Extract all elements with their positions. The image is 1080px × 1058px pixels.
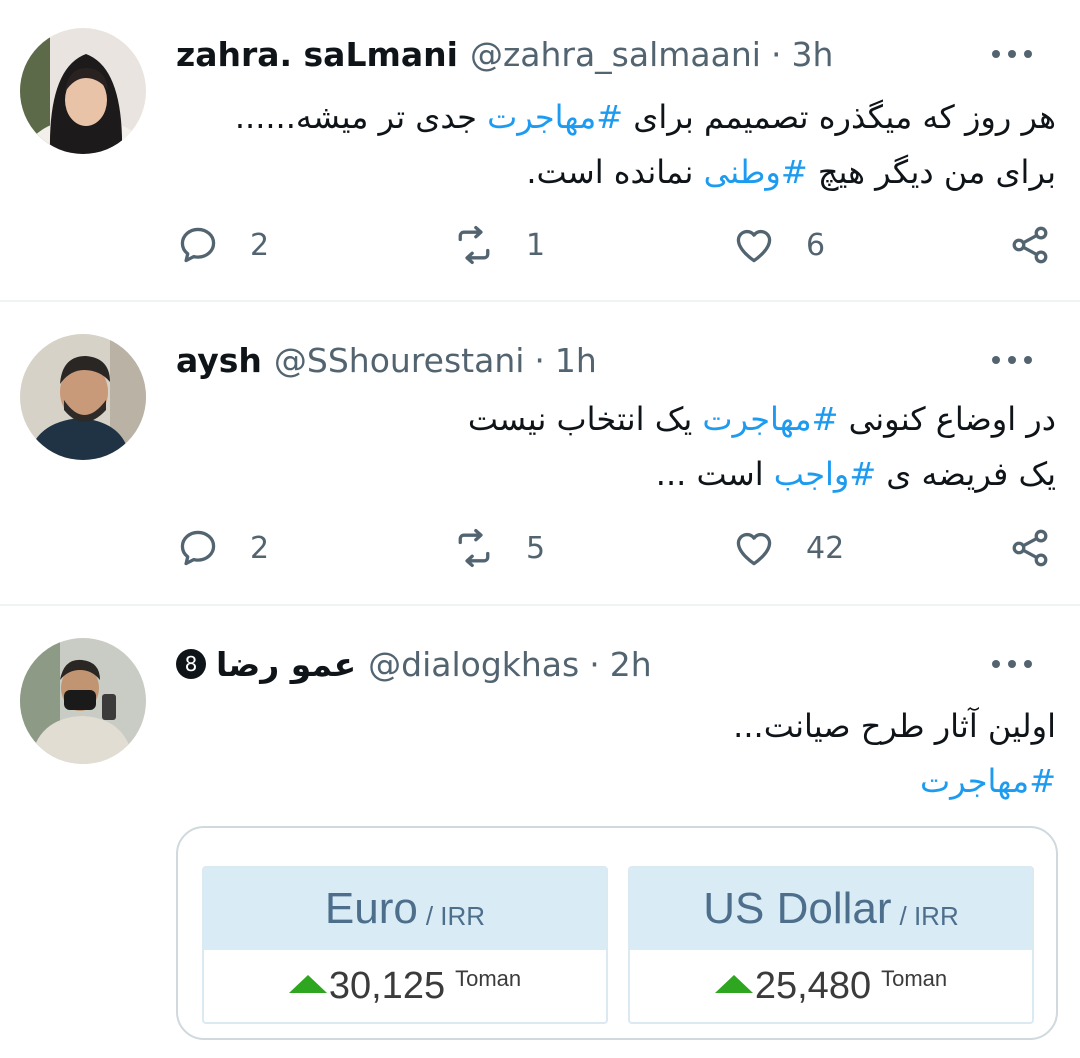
rate-value: 25,480 <box>754 964 872 1007</box>
more-options-icon[interactable] <box>992 654 1032 674</box>
exchange-rate-header: Euro / IRR <box>204 868 606 950</box>
avatar[interactable] <box>20 334 146 460</box>
user-handle[interactable]: @dialogkhas <box>368 645 579 684</box>
reply-button[interactable]: 2 <box>176 523 269 573</box>
hashtag-link[interactable]: #مهاجرت <box>702 400 838 438</box>
heart-icon <box>736 229 772 263</box>
like-count: 6 <box>806 227 826 263</box>
reply-icon <box>180 530 216 566</box>
tweet[interactable]: aysh @SShourestani · 1h در اوضاع کنونی #… <box>0 302 1080 606</box>
currency-name: US Dollar <box>703 884 892 933</box>
timestamp[interactable]: 1h <box>555 341 597 380</box>
currency-name: Euro <box>324 884 418 933</box>
up-arrow-icon <box>288 975 327 993</box>
rate-suffix: Toman <box>881 966 948 991</box>
like-count: 42 <box>806 530 845 566</box>
up-arrow-icon <box>714 975 753 993</box>
display-name[interactable]: عمو رضا <box>216 645 356 684</box>
tweet-text-line: در اوضاع کنونی #مهاجرت یک انتخاب نیست <box>467 400 1056 438</box>
exchange-rate-value: 30,125 Toman <box>204 950 606 1022</box>
retweet-button[interactable]: 1 <box>452 220 545 270</box>
currency-unit: / IRR <box>425 900 486 931</box>
exchange-rate-value: 25,480 Toman <box>630 950 1032 1022</box>
tweet-text-line: هر روز که میگذره تصمیمم برای #مهاجرت جدی… <box>234 98 1056 136</box>
number-badge: 8 <box>176 649 206 679</box>
tweet-text: هر روز که میگذره تصمیمم برای #مهاجرت جدی… <box>176 90 1056 200</box>
retweet-icon <box>458 225 490 265</box>
share-button[interactable] <box>1008 523 1052 573</box>
separator-dot: · <box>589 644 600 684</box>
tweet-text-line: اولین آثار طرح صیانت... <box>733 707 1056 745</box>
more-options-icon[interactable] <box>992 350 1032 370</box>
reply-icon <box>180 227 216 263</box>
exchange-rate-header: US Dollar / IRR <box>630 868 1032 950</box>
separator-dot: · <box>770 34 782 74</box>
like-button[interactable]: 42 <box>732 523 844 573</box>
retweet-icon <box>458 528 490 568</box>
tweet-text-line: یک فریضه ی #واجب است ... <box>655 455 1056 493</box>
more-options-icon[interactable] <box>992 44 1032 64</box>
like-button[interactable]: 6 <box>732 220 825 270</box>
tweet-actions: 2 1 6 <box>176 220 1056 270</box>
profile-photo-woman-hijab <box>20 28 146 154</box>
exchange-rate-euro: Euro / IRR 30,125 Toman <box>202 866 608 1024</box>
rate-suffix: Toman <box>455 966 522 991</box>
display-name[interactable]: zahra. saLmani <box>176 35 458 74</box>
reply-count: 2 <box>250 227 270 263</box>
hashtag-link[interactable]: #مهاجرت <box>176 754 1056 809</box>
retweet-count: 1 <box>526 227 546 263</box>
currency-unit: / IRR <box>899 900 959 931</box>
retweet-button[interactable]: 5 <box>452 523 545 573</box>
exchange-rate-usd: US Dollar / IRR 25,480 Toman <box>628 866 1034 1024</box>
tweet-actions: 2 5 42 <box>176 523 1056 573</box>
separator-dot: · <box>534 340 545 380</box>
timestamp[interactable]: 2h <box>610 645 652 684</box>
user-handle[interactable]: @zahra_salmaani <box>470 35 761 74</box>
avatar[interactable] <box>20 638 146 764</box>
share-icon <box>1012 529 1048 567</box>
tweet-text: اولین آثار طرح صیانت... #مهاجرت <box>176 699 1056 809</box>
hashtag-link[interactable]: #مهاجرت <box>487 98 623 136</box>
heart-icon <box>736 532 772 566</box>
rate-value: 30,125 <box>328 964 446 1007</box>
avatar[interactable] <box>20 28 146 154</box>
profile-photo-man <box>20 334 146 460</box>
reply-count: 2 <box>250 530 270 566</box>
display-name[interactable]: aysh <box>176 341 262 380</box>
reply-button[interactable]: 2 <box>176 220 269 270</box>
share-icon <box>1012 226 1048 264</box>
share-button[interactable] <box>1008 220 1052 270</box>
profile-photo-man-mask <box>20 638 146 764</box>
tweet-text-line: برای من دیگر هیچ #وطنی نمانده است. <box>526 153 1056 191</box>
retweet-count: 5 <box>526 530 546 566</box>
user-handle[interactable]: @SShourestani <box>274 341 525 380</box>
link-preview-card[interactable]: Euro / IRR 30,125 Toman US Dollar / IRR … <box>176 826 1058 1040</box>
hashtag-link[interactable]: #واجب <box>774 455 876 493</box>
tweet[interactable]: zahra. saLmani @zahra_salmaani · 3h هر ر… <box>0 0 1080 302</box>
hashtag-link[interactable]: #وطنی <box>704 153 808 191</box>
timestamp[interactable]: 3h <box>791 35 833 74</box>
tweet-text: در اوضاع کنونی #مهاجرت یک انتخاب نیست یک… <box>176 392 1056 502</box>
